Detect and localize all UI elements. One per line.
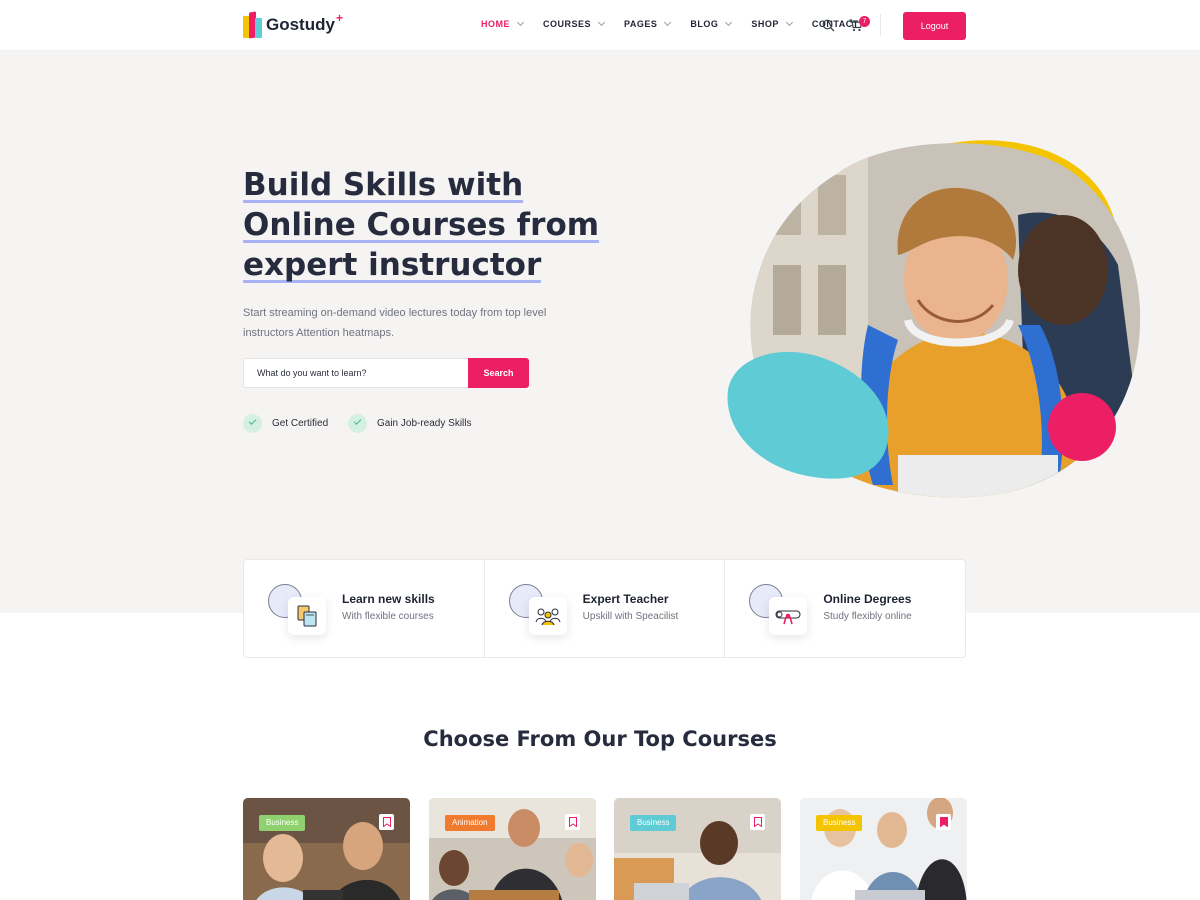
top-courses-heading: Choose From Our Top Courses (423, 727, 777, 751)
features-strip: Learn new skills With flexible courses E… (243, 559, 966, 658)
hero-title-line-3: expert instructor (243, 247, 542, 283)
main-nav: HOME COURSES PAGES BLOG SHOP CONTACT (481, 18, 879, 29)
course-card[interactable]: Business (800, 798, 967, 900)
check-job-ready: Gain Job-ready Skills (348, 414, 471, 433)
feature-subtitle: Study flexibly online (823, 611, 912, 622)
course-search-form: Search (243, 358, 529, 388)
nav-home-label: HOME (481, 19, 510, 29)
hero-students-image (727, 140, 1141, 498)
nav-home[interactable]: HOME (481, 18, 525, 29)
feature-learn-new-skills: Learn new skills With flexible courses (244, 560, 485, 657)
brand-name: Gostudy (266, 15, 335, 34)
nav-shop[interactable]: SHOP (751, 18, 793, 29)
feature-title: Learn new skills (342, 592, 435, 606)
nav-blog[interactable]: BLOG (690, 18, 733, 29)
books-icon (288, 597, 326, 635)
feature-online-degrees: Online Degrees Study flexibly online (725, 560, 965, 657)
course-search-input[interactable] (243, 358, 468, 388)
chevron-down-icon (664, 18, 672, 27)
diploma-icon (769, 597, 808, 635)
nav-pages-label: PAGES (624, 19, 658, 29)
bookmark-icon[interactable] (565, 814, 580, 830)
chevron-down-icon (597, 18, 606, 27)
course-category-tag: Business (816, 815, 863, 831)
brand-plus: + (335, 11, 343, 25)
hero-title-line-2: Online Courses from (243, 207, 600, 243)
header-divider (880, 14, 881, 36)
course-card[interactable]: Business (614, 798, 781, 900)
hero-title-line-1: Build Skills with (243, 167, 524, 203)
course-category-tag: Animation (445, 815, 495, 831)
chevron-down-icon (516, 18, 525, 27)
feature-subtitle: Upskill with Speacilist (582, 611, 679, 622)
hero-title: Build Skills with Online Courses from ex… (243, 165, 603, 285)
nav-pages[interactable]: PAGES (624, 18, 672, 29)
search-button[interactable]: Search (468, 358, 529, 388)
feature-expert-teacher: Expert Teacher Upskill with Speacilist (485, 560, 726, 657)
course-category-tag: Business (630, 815, 677, 831)
check-get-certified: Get Certified (243, 414, 328, 433)
nav-shop-label: SHOP (751, 19, 779, 29)
check-label: Gain Job-ready Skills (377, 418, 472, 429)
logout-button[interactable]: Logout (903, 12, 966, 40)
feature-title: Expert Teacher (582, 592, 669, 606)
feature-title: Online Degrees (823, 592, 912, 606)
nav-courses-label: COURSES (543, 19, 592, 29)
chevron-down-icon (785, 18, 793, 27)
cart-count-badge: 7 (859, 16, 870, 27)
check-icon (348, 414, 367, 433)
chevron-down-icon (725, 18, 733, 27)
pink-dot (1048, 393, 1116, 461)
hero-subtitle: Start streaming on-demand video lectures… (243, 307, 547, 339)
teachers-icon (528, 597, 567, 635)
feature-subtitle: With flexible courses (342, 611, 434, 622)
search-icon[interactable] (822, 19, 835, 32)
bookmark-icon[interactable] (750, 814, 765, 830)
nav-blog-label: BLOG (690, 19, 719, 29)
brand-logo[interactable]: Gostudy + (243, 11, 343, 39)
logo-mark-icon (243, 11, 263, 39)
site-header: Gostudy + HOME COURSES PAGES BLOG SHOP C… (0, 0, 1200, 51)
course-card[interactable]: Animation (429, 798, 596, 900)
nav-courses[interactable]: COURSES (543, 18, 606, 29)
check-label: Get Certified (272, 418, 329, 429)
bookmark-icon[interactable] (379, 814, 394, 830)
bookmark-icon[interactable] (936, 814, 951, 830)
course-category-tag: Business (259, 815, 306, 831)
check-icon (243, 414, 262, 433)
course-card[interactable]: Business (243, 798, 410, 900)
